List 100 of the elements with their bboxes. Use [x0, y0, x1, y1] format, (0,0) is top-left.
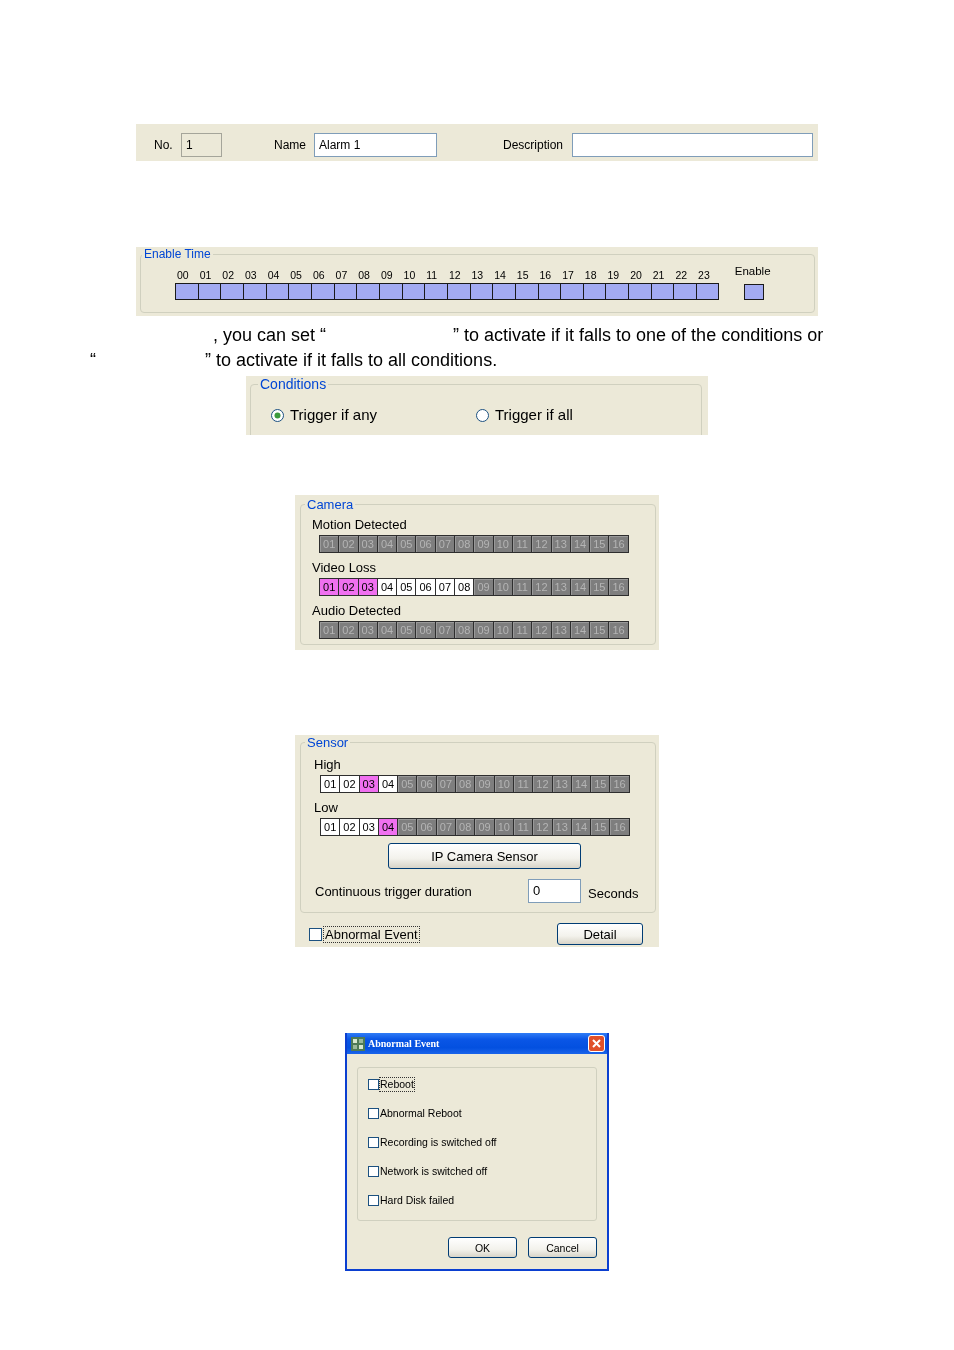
body-text: , you can set “ — [213, 324, 327, 347]
hour-cell[interactable] — [356, 283, 379, 300]
number-field[interactable]: 1 — [181, 133, 222, 157]
channel-cell[interactable]: 01 — [320, 818, 341, 836]
field-label: Continuous trigger duration — [315, 883, 473, 899]
hour-cell[interactable] — [696, 283, 719, 300]
hour-cell[interactable] — [197, 283, 221, 300]
hour-cell[interactable] — [424, 283, 447, 300]
checkbox-label[interactable]: Recording is switched off — [380, 1135, 497, 1149]
hour-cell[interactable] — [265, 283, 289, 300]
hour-cell[interactable] — [175, 283, 198, 300]
hour-cell[interactable] — [220, 283, 243, 300]
group-title: Conditions — [259, 376, 328, 392]
hour-cell[interactable] — [469, 283, 493, 300]
hour-cell[interactable] — [492, 283, 515, 300]
hour-cell[interactable] — [650, 283, 674, 300]
hour-label: 03 — [243, 268, 257, 282]
checkbox-label[interactable]: Hard Disk failed — [380, 1193, 455, 1207]
checkbox-label[interactable]: Abnormal Event — [324, 926, 419, 942]
row-label: Video Loss — [312, 560, 377, 576]
group-title: Enable Time — [143, 247, 212, 261]
detail-button[interactable]: Detail — [557, 923, 643, 945]
checkbox-label[interactable]: Abnormal Reboot — [380, 1106, 462, 1120]
hour-label: 07 — [334, 268, 348, 282]
field-label: Name — [274, 137, 307, 154]
row-label: Audio Detected — [312, 603, 401, 619]
hour-cell[interactable] — [628, 283, 651, 300]
duration-field[interactable]: 0 — [528, 879, 581, 903]
channel-cell[interactable]: 02 — [338, 578, 359, 596]
channel-cell[interactable]: 03 — [358, 775, 379, 793]
hour-label: 20 — [629, 268, 642, 282]
hour-cell[interactable] — [514, 283, 538, 300]
hour-cell[interactable] — [242, 283, 266, 300]
body-text: ” to activate if it falls to one of the conditions or — [453, 324, 824, 347]
radio-label[interactable]: Trigger if all — [495, 406, 573, 424]
hour-cell[interactable] — [333, 283, 357, 300]
checkbox[interactable] — [368, 1107, 379, 1119]
channel-cell[interactable]: 03 — [358, 818, 379, 836]
close-button[interactable] — [588, 1035, 605, 1052]
hour-cell[interactable] — [378, 283, 402, 300]
hour-label: 18 — [583, 268, 597, 282]
hour-cell[interactable] — [560, 283, 583, 300]
checkbox[interactable] — [368, 1165, 379, 1177]
channel-cell[interactable]: 03 — [357, 578, 378, 596]
hour-label: 06 — [311, 268, 325, 282]
hour-label: 14 — [493, 268, 506, 282]
body-text: ” to activate if it falls to all conditions. — [205, 349, 498, 372]
enable-toggle[interactable] — [743, 284, 764, 300]
field-label: No. — [154, 137, 174, 154]
hour-label: 10 — [402, 268, 416, 282]
hour-label: 02 — [221, 268, 234, 282]
field-label: Description — [503, 137, 565, 154]
checkbox-label[interactable]: Network is switched off — [380, 1164, 488, 1178]
name-field[interactable]: Alarm 1 — [314, 133, 437, 157]
channel-cell[interactable]: 08 — [454, 578, 475, 596]
dialog-button[interactable]: Cancel — [528, 1237, 597, 1258]
hour-label: 11 — [425, 268, 438, 282]
hour-label: 00 — [176, 268, 189, 282]
checkbox[interactable] — [309, 927, 322, 941]
channel-cell[interactable]: 01 — [320, 775, 341, 793]
hour-cell[interactable] — [537, 283, 561, 300]
description-field[interactable] — [572, 133, 813, 157]
radio-button[interactable] — [271, 408, 284, 422]
hour-label: 08 — [357, 268, 370, 282]
checkbox[interactable] — [368, 1194, 379, 1206]
checkbox[interactable] — [368, 1136, 379, 1148]
hour-cell[interactable] — [582, 283, 606, 300]
hour-label: 22 — [674, 268, 688, 282]
row-label: Motion Detected — [312, 517, 407, 533]
hour-cell[interactable] — [310, 283, 334, 300]
radio-label[interactable]: Trigger if any — [290, 406, 377, 424]
hour-cell[interactable] — [605, 283, 629, 300]
row-label: High — [314, 757, 341, 773]
channel-cell[interactable]: 06 — [415, 578, 436, 596]
hour-cell[interactable] — [288, 283, 311, 300]
group-title: Camera — [306, 497, 355, 512]
hour-label: 21 — [651, 268, 665, 282]
window-title: Abnormal Event — [368, 1038, 440, 1049]
hour-label: 12 — [447, 268, 461, 282]
hour-label: 19 — [606, 268, 620, 282]
radio-button[interactable] — [476, 408, 489, 422]
channel-cell[interactable]: 01 — [319, 578, 340, 596]
hour-label: 17 — [561, 268, 574, 282]
unit-label: Seconds — [588, 884, 639, 901]
hour-label: 15 — [515, 268, 529, 282]
channel-cell[interactable]: 02 — [339, 818, 360, 836]
channel-cell[interactable]: 05 — [396, 578, 417, 596]
hour-cell[interactable] — [446, 283, 470, 300]
checkbox[interactable] — [368, 1078, 379, 1090]
hour-cell[interactable] — [673, 283, 697, 300]
dialog-button[interactable]: OK — [448, 1237, 517, 1258]
checkbox-label[interactable]: Reboot — [380, 1077, 414, 1091]
hour-label: 13 — [470, 268, 484, 282]
hour-cell[interactable] — [401, 283, 425, 300]
close-icon — [592, 1039, 601, 1048]
enable-label: Enable — [734, 264, 771, 278]
channel-cell[interactable]: 02 — [339, 775, 360, 793]
ip-camera-sensor-button[interactable]: IP Camera Sensor — [388, 843, 581, 869]
app-icon — [351, 1036, 365, 1051]
hour-label: 05 — [289, 268, 302, 282]
